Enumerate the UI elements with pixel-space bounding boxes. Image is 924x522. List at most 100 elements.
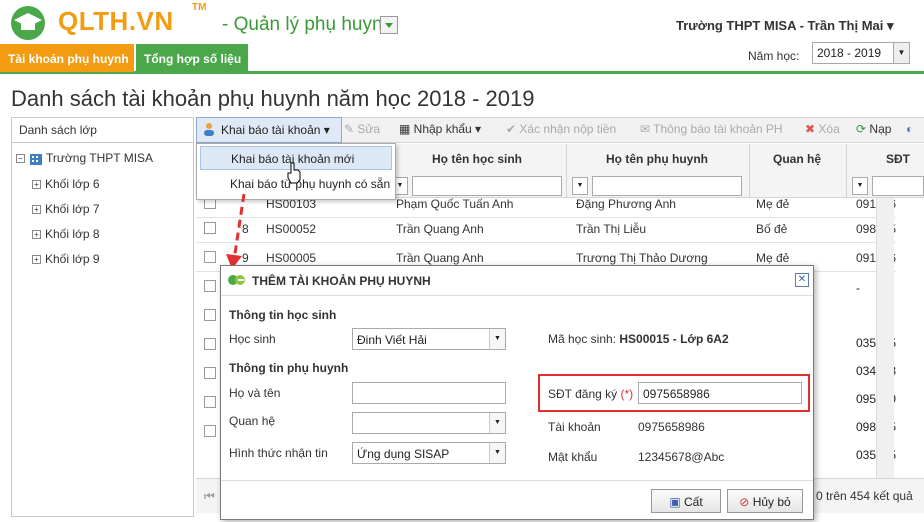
school-user-menu[interactable]: Trường THPT MISA - Trần Thị Mai ▾	[676, 18, 894, 34]
year-select[interactable]: 2018 - 2019 ▼	[812, 42, 910, 64]
first-page-icon[interactable]: ⏮	[204, 489, 215, 504]
save-icon: ▣	[669, 495, 681, 509]
label-relation: Quan hệ	[229, 414, 276, 428]
tree-root[interactable]: − Trường THPT MISA	[16, 151, 153, 166]
label-method: Hình thức nhận tin	[229, 446, 328, 460]
relation-select[interactable]: ▼	[352, 412, 506, 434]
annotation-arrow	[226, 193, 246, 269]
building-icon	[30, 153, 42, 165]
class-list-title: Danh sách lớp	[11, 117, 194, 143]
tree-item-label: Khối lớp 7	[45, 202, 100, 216]
student-code: Mã học sinh: HS00015 - Lớp 6A2	[548, 332, 729, 346]
row-checkbox[interactable]	[204, 425, 216, 437]
logo-icon	[4, 4, 52, 42]
year-value: 2018 - 2019	[817, 46, 882, 60]
row-checkbox[interactable]	[204, 280, 216, 292]
cell-student-id: HS00052	[266, 222, 317, 236]
tree-item-grade6[interactable]: + Khối lớp 6	[32, 177, 100, 191]
help-icon[interactable]: ◐	[906, 122, 913, 136]
chevron-down-icon: ▼	[489, 329, 505, 349]
cell-relation: Mẹ đẻ	[756, 197, 790, 211]
tree-item-grade7[interactable]: + Khối lớp 7	[32, 202, 100, 216]
reload-button[interactable]: ⟳ Nạp	[856, 122, 891, 136]
label-account: Tài khoản	[548, 420, 601, 434]
page-title: Danh sách tài khoản phụ huynh năm học 20…	[11, 86, 535, 111]
cancel-label: Hủy bỏ	[752, 495, 791, 509]
cursor-hand-icon	[287, 162, 301, 184]
student-value: Đinh Viết Hải	[357, 333, 427, 347]
tab-parent-accounts[interactable]: Tài khoản phụ huynh	[0, 44, 134, 72]
label-phone: SĐT đăng ký (*)	[548, 387, 634, 401]
cell-parent-name: Đặng Phương Anh	[576, 197, 676, 211]
chevron-down-icon: ▼	[489, 443, 505, 463]
paging-summary: 0 trên 454 kết quả	[816, 489, 913, 503]
save-button[interactable]: ▣ Cất	[651, 489, 721, 513]
parent-name-input[interactable]	[352, 382, 506, 404]
grid-scrollbar[interactable]	[876, 198, 894, 478]
cell-student-id: HS00005	[266, 251, 317, 265]
cell-student-name: Trần Quang Anh	[396, 251, 484, 265]
row-checkbox[interactable]	[204, 338, 216, 350]
chevron-down-icon: ▼	[893, 43, 909, 63]
col-student-name[interactable]: Họ tên học sinh	[432, 152, 522, 166]
close-icon[interactable]: ✕	[795, 273, 809, 287]
declare-account-button[interactable]: Khai báo tài khoản ▾	[196, 117, 342, 143]
col-parent-name[interactable]: Họ tên phụ huynh	[606, 152, 708, 166]
logo-text: QLTH.VN	[58, 6, 174, 36]
collapse-icon[interactable]: −	[16, 154, 25, 164]
phone-value: 0975658986	[643, 387, 710, 401]
cell-phone: -	[856, 281, 860, 295]
tree-item-label: Khối lớp 8	[45, 227, 100, 241]
year-label: Năm học:	[748, 49, 800, 63]
tree-root-label: Trường THPT MISA	[46, 151, 154, 165]
table-row[interactable]: 8 HS00052 Trần Quang Anh Trần Thị Liễu B…	[196, 214, 896, 243]
row-checkbox[interactable]	[204, 309, 216, 321]
user-icon	[202, 122, 216, 139]
account-value: 0975658986	[638, 420, 705, 434]
notify-method-value: Ứng dụng SISAP	[357, 447, 450, 461]
cell-relation: Bố đẻ	[756, 222, 788, 236]
logo-trademark: TM	[192, 2, 207, 13]
save-label: Cất	[684, 495, 703, 509]
expand-icon[interactable]: +	[32, 255, 41, 265]
tab-summary[interactable]: Tổng hợp số liệu	[136, 44, 248, 72]
dialog-divider	[221, 480, 813, 481]
cancel-icon: ⊘	[739, 495, 750, 509]
row-checkbox[interactable]	[204, 367, 216, 379]
password-value: 12345678@Abc	[638, 450, 725, 464]
tree-item-label: Khối lớp 6	[45, 177, 100, 191]
expand-icon[interactable]: +	[32, 230, 41, 240]
close-icon: ✖	[805, 122, 816, 136]
row-checkbox[interactable]	[204, 251, 216, 263]
expand-icon[interactable]: +	[32, 205, 41, 215]
app-title: - Quản lý phụ huynh	[222, 14, 394, 35]
confirm-payment-button[interactable]: ✔ Xác nhận nộp tiền	[506, 122, 616, 136]
expand-icon[interactable]: +	[32, 180, 41, 190]
edit-button[interactable]: ✎ Sửa	[344, 122, 380, 136]
app-switch-dropdown[interactable]	[380, 16, 398, 34]
label-student: Học sinh	[229, 332, 276, 346]
parent-add-icon	[228, 275, 245, 285]
cell-student-name: Trần Quang Anh	[396, 222, 484, 236]
row-checkbox[interactable]	[204, 222, 216, 234]
cell-relation: Mẹ đẻ	[756, 251, 790, 265]
phone-input[interactable]: 0975658986	[638, 382, 802, 404]
import-button[interactable]: ▦ Nhập khẩu ▾	[399, 122, 481, 136]
declare-account-label: Khai báo tài khoản	[221, 123, 321, 137]
student-select[interactable]: Đinh Viết Hải ▼	[352, 328, 506, 350]
delete-button[interactable]: ✖ Xóa	[805, 122, 840, 136]
section-parent-info: Thông tin phụ huynh	[229, 361, 349, 375]
col-phone[interactable]: SĐT	[886, 152, 910, 166]
tree-item-grade8[interactable]: + Khối lớp 8	[32, 227, 100, 241]
chevron-down-icon: ▼	[489, 413, 505, 433]
tree-item-label: Khối lớp 9	[45, 252, 100, 266]
cell-parent-name: Trương Thị Thảo Dương	[576, 251, 708, 265]
col-relation[interactable]: Quan hệ	[773, 152, 821, 166]
dialog-title: THÊM TÀI KHOẢN PHỤ HUYNH	[252, 274, 431, 288]
cancel-button[interactable]: ⊘ Hủy bỏ	[727, 489, 803, 513]
label-name: Họ và tên	[229, 386, 281, 400]
notify-account-button[interactable]: ✉ Thông báo tài khoản PH	[640, 122, 783, 136]
tree-item-grade9[interactable]: + Khối lớp 9	[32, 252, 100, 266]
notify-method-select[interactable]: Ứng dụng SISAP ▼	[352, 442, 506, 464]
row-checkbox[interactable]	[204, 396, 216, 408]
